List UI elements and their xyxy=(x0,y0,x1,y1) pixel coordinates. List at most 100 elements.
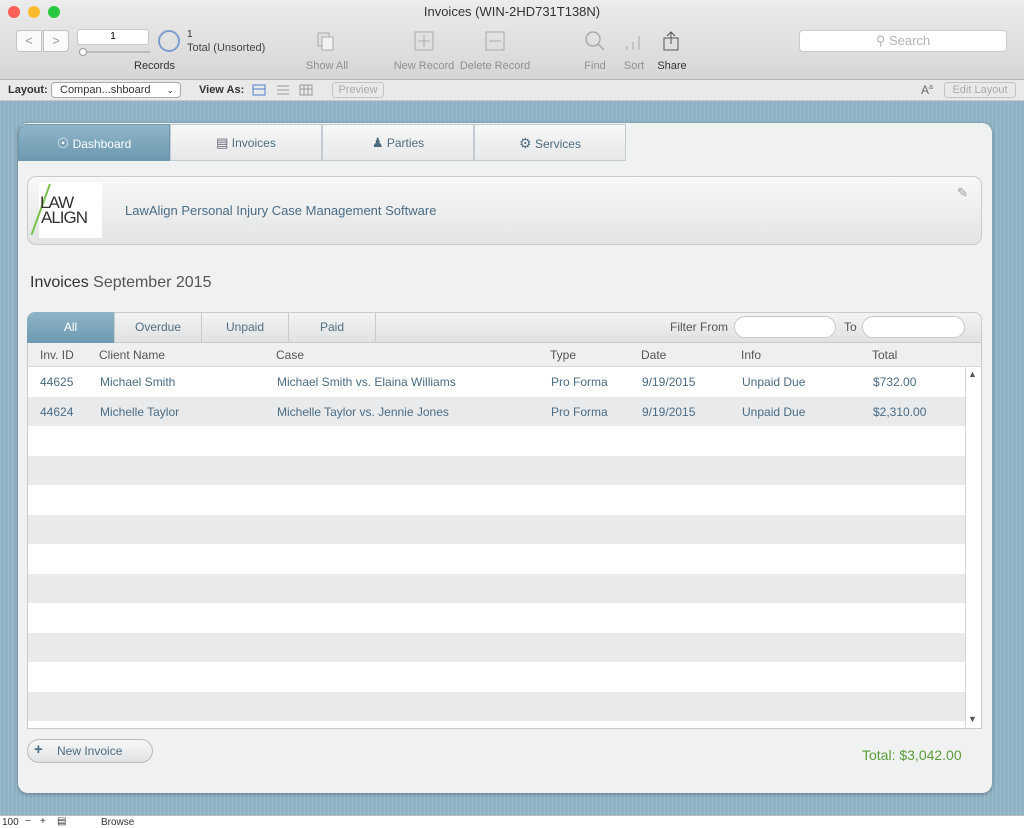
share-icon[interactable] xyxy=(661,30,685,52)
column-header-info[interactable]: Info xyxy=(741,348,761,362)
logo-line-2: ALIGN xyxy=(41,208,88,227)
found-count: 1 xyxy=(187,29,193,40)
tab-label: Dashboard xyxy=(72,137,132,151)
previous-record-button[interactable]: < xyxy=(16,30,42,52)
person-icon: ♟ xyxy=(371,135,384,150)
filter-tab-unpaid[interactable]: Unpaid xyxy=(202,312,289,343)
cell-info: Unpaid Due xyxy=(742,404,806,419)
cell-total: $732.00 xyxy=(873,375,917,389)
records-label: Records xyxy=(134,60,175,72)
form-view-icon[interactable] xyxy=(252,84,266,96)
column-header-client-name[interactable]: Client Name xyxy=(99,348,165,362)
cell-info: Unpaid Due xyxy=(742,375,806,389)
tab-services[interactable]: ⚙ Services xyxy=(474,124,626,161)
empty-row xyxy=(28,544,966,574)
text-formatting-icon[interactable]: Aa xyxy=(921,83,933,97)
zoom-in-icon[interactable]: + xyxy=(40,816,46,827)
section-title-main: Invoices xyxy=(30,274,89,291)
cell-client-name[interactable]: Michael Smith xyxy=(100,375,175,389)
table-view-icon[interactable] xyxy=(299,84,313,96)
cell-case[interactable]: Michael Smith vs. Elaina Williams xyxy=(277,375,456,389)
find-button[interactable]: Find xyxy=(580,60,610,72)
filter-tab-paid[interactable]: Paid xyxy=(289,312,376,343)
pencil-icon[interactable]: ✎ xyxy=(957,185,968,201)
grand-total: Total: $3,042.00 xyxy=(862,747,962,763)
column-header-inv-id[interactable]: Inv. ID xyxy=(40,348,74,362)
invoice-list[interactable]: 44625 Michael Smith Michael Smith vs. El… xyxy=(27,367,982,729)
empty-row xyxy=(28,573,966,603)
plus-square-icon[interactable] xyxy=(414,31,434,51)
record-slider-handle[interactable] xyxy=(79,48,87,56)
invoice-list-scrollbar[interactable] xyxy=(965,367,981,728)
tab-parties[interactable]: ♟ Parties xyxy=(322,124,474,161)
new-record-button[interactable]: New Record xyxy=(392,60,456,72)
delete-record-button[interactable]: Delete Record xyxy=(458,60,532,72)
cell-inv-id: 44624 xyxy=(40,404,74,419)
list-view-icon[interactable] xyxy=(276,84,290,96)
show-all-button[interactable]: Show All xyxy=(302,60,352,72)
zoom-level[interactable]: 100 xyxy=(2,817,19,828)
empty-row xyxy=(28,632,966,662)
cell-inv-id: 44625 xyxy=(40,375,74,389)
search-input[interactable]: ⚲ Search xyxy=(799,30,1007,52)
status-bar: 100 − + ▤ Browse xyxy=(0,815,1024,828)
filter-tab-overdue[interactable]: Overdue xyxy=(115,312,202,343)
cell-type: Pro Forma xyxy=(551,375,608,389)
found-status: Total (Unsorted) xyxy=(187,42,266,54)
layout-select-value: Compan...shboard xyxy=(60,84,151,96)
zoom-out-icon[interactable]: − xyxy=(25,816,31,827)
search-placeholder: Search xyxy=(888,33,931,48)
new-invoice-button[interactable]: New Invoice xyxy=(27,739,153,763)
scroll-down-arrow-icon[interactable]: ▼ xyxy=(968,714,977,724)
invoice-icon: ▤ xyxy=(216,135,229,150)
filter-from-label: Filter From xyxy=(670,320,728,334)
filter-tab-all[interactable]: All xyxy=(27,312,115,343)
cell-client-name[interactable]: Michelle Taylor xyxy=(100,405,179,419)
layout-bar: Layout: Compan...shboard ⌄ View As: Prev… xyxy=(0,80,1024,101)
magnifier-icon[interactable] xyxy=(584,30,608,52)
layout-select[interactable]: Compan...shboard ⌄ xyxy=(51,82,181,98)
lawalign-logo: LAW ALIGN xyxy=(30,182,102,238)
sort-bars-icon[interactable] xyxy=(624,32,644,52)
window-title: Invoices (WIN-2HD731T138N) xyxy=(423,4,601,19)
scroll-up-arrow-icon[interactable]: ▲ xyxy=(968,369,977,379)
next-record-button[interactable]: > xyxy=(43,30,69,52)
gear-icon: ⚙ xyxy=(519,135,532,151)
empty-row xyxy=(28,426,966,456)
edit-layout-button[interactable]: Edit Layout xyxy=(944,82,1016,98)
cell-total: $2,310.00 xyxy=(873,404,927,419)
mode-indicator[interactable]: Browse xyxy=(101,817,134,828)
section-title-period: September 2015 xyxy=(93,274,212,291)
record-number-field[interactable]: 1 xyxy=(77,29,149,45)
found-set-pie-icon xyxy=(158,30,180,52)
title-bar: Invoices (WIN-2HD731T138N) < > 1 Records… xyxy=(0,0,1024,80)
record-slider-track[interactable] xyxy=(80,51,150,53)
column-header-date[interactable]: Date xyxy=(641,348,666,362)
cell-case[interactable]: Michelle Taylor vs. Jennie Jones xyxy=(277,405,449,419)
sort-button[interactable]: Sort xyxy=(619,60,649,72)
table-row[interactable]: 44625 Michael Smith Michael Smith vs. El… xyxy=(28,367,966,397)
tab-label: Parties xyxy=(386,136,425,150)
cell-date: 9/19/2015 xyxy=(642,375,696,389)
app-title: LawAlign Personal Injury Case Management… xyxy=(125,203,437,218)
column-header-type[interactable]: Type xyxy=(550,348,576,362)
view-as-label: View As: xyxy=(199,84,245,96)
column-header-row xyxy=(27,343,982,367)
chevron-down-icon: ⌄ xyxy=(166,85,174,95)
search-icon: ⚲ xyxy=(875,33,886,48)
filter-from-input[interactable] xyxy=(734,316,836,338)
filter-to-label: To xyxy=(844,320,857,334)
preview-button[interactable]: Preview xyxy=(332,82,384,98)
column-header-case[interactable]: Case xyxy=(276,348,304,362)
show-all-icon[interactable] xyxy=(316,31,336,51)
filter-to-input[interactable] xyxy=(862,316,965,338)
tab-label: Services xyxy=(534,137,581,151)
share-button[interactable]: Share xyxy=(655,60,689,72)
tab-dashboard[interactable]: ☉ Dashboard xyxy=(18,124,170,161)
table-row[interactable]: 44624 Michelle Taylor Michelle Taylor vs… xyxy=(28,396,966,426)
plus-icon: + xyxy=(34,741,43,758)
tab-invoices[interactable]: ▤ Invoices xyxy=(170,124,322,161)
column-header-total[interactable]: Total xyxy=(872,348,897,362)
toolbar-toggle-icon[interactable]: ▤ xyxy=(57,816,66,827)
minus-square-icon[interactable] xyxy=(485,31,505,51)
